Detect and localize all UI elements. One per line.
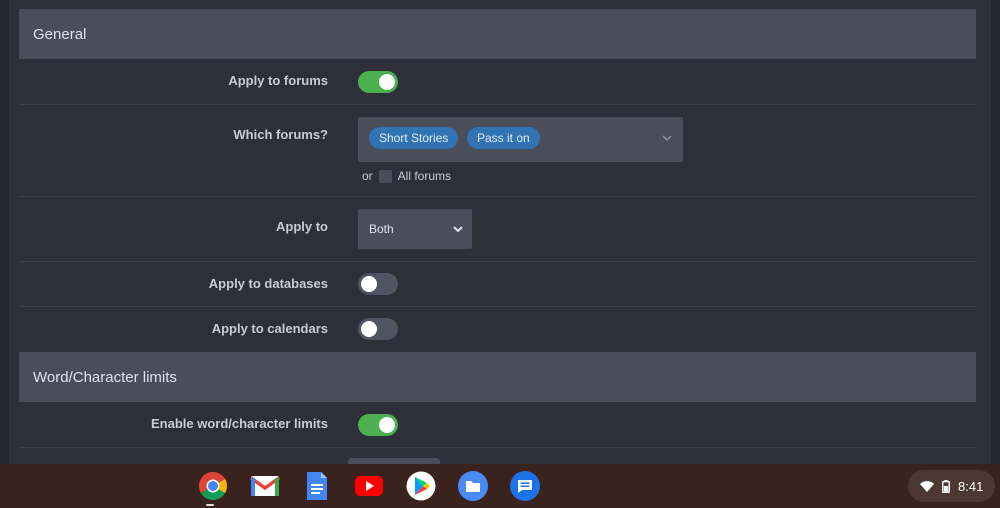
forum-token-short-stories[interactable]: Short Stories — [369, 127, 459, 149]
apply-to-label: Apply to — [276, 219, 328, 234]
forum-token-pass-it-on[interactable]: Pass it on — [467, 127, 540, 149]
section-header-general: General — [19, 9, 976, 59]
messages-icon[interactable] — [510, 471, 540, 501]
chevron-down-icon[interactable] — [661, 132, 673, 144]
settings-panel: General Apply to forums Which forums? Sh… — [9, 0, 991, 464]
row-enable-limits: Enable word/character limits — [19, 402, 976, 448]
system-shelf: 8:41 — [0, 464, 1000, 508]
status-tray[interactable]: 8:41 — [908, 470, 995, 502]
apply-to-calendars-toggle[interactable] — [358, 318, 398, 340]
row-apply-to-databases: Apply to databases — [19, 262, 976, 307]
toggle-knob — [379, 74, 395, 90]
apply-to-forums-toggle[interactable] — [358, 71, 398, 93]
section-header-word-character-limits: Word/Character limits — [19, 352, 976, 402]
battery-icon — [942, 479, 950, 493]
or-text: or — [362, 169, 373, 183]
row-which-forums: Which forums? Short Stories Pass it on o… — [19, 105, 976, 197]
play-store-icon[interactable] — [406, 471, 436, 501]
apply-to-forums-label: Apply to forums — [228, 73, 328, 88]
docs-icon[interactable] — [302, 471, 332, 501]
apply-to-databases-toggle[interactable] — [358, 273, 398, 295]
row-apply-to-forums: Apply to forums — [19, 59, 976, 105]
enable-limits-label: Enable word/character limits — [150, 416, 328, 431]
which-forums-label: Which forums? — [233, 127, 328, 142]
all-forums-option: or All forums — [362, 169, 451, 183]
all-forums-label[interactable]: All forums — [398, 169, 451, 183]
files-icon[interactable] — [458, 471, 488, 501]
chevron-down-icon — [453, 226, 463, 233]
apply-to-select[interactable]: Both — [358, 209, 472, 249]
section-title-general: General — [33, 25, 87, 43]
chrome-icon[interactable] — [198, 471, 228, 501]
apply-to-value: Both — [369, 222, 394, 236]
row-apply-to-calendars: Apply to calendars — [19, 307, 976, 352]
youtube-icon[interactable] — [354, 471, 384, 501]
gmail-icon[interactable] — [250, 471, 280, 501]
active-app-indicator — [206, 504, 214, 506]
toggle-knob — [379, 417, 395, 433]
enable-limits-toggle[interactable] — [358, 414, 398, 436]
section-title-limits: Word/Character limits — [33, 368, 177, 386]
toggle-knob — [361, 276, 377, 292]
row-apply-to: Apply to Both — [19, 197, 976, 262]
apply-to-databases-label: Apply to databases — [208, 276, 328, 291]
forums-multiselect[interactable]: Short Stories Pass it on — [358, 117, 683, 162]
wifi-icon — [920, 481, 934, 492]
toggle-knob — [361, 321, 377, 337]
apply-to-calendars-label: Apply to calendars — [211, 321, 328, 336]
clock: 8:41 — [958, 478, 984, 494]
all-forums-checkbox[interactable] — [378, 169, 392, 183]
